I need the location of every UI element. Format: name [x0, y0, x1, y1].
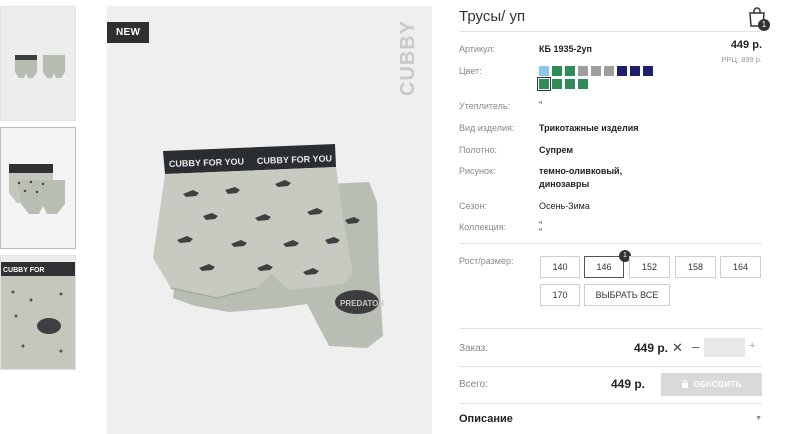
color-swatch[interactable]: [643, 66, 653, 76]
divider: [459, 243, 762, 244]
product-rrp: РРЦ: 899 р.: [721, 55, 762, 64]
order-label: Заказ:: [459, 343, 489, 354]
color-swatch[interactable]: [539, 66, 549, 76]
thumbnail-3[interactable]: CUBBY FOR: [0, 255, 76, 370]
color-swatch[interactable]: [552, 66, 562, 76]
size-option-164[interactable]: 164: [720, 256, 761, 278]
quantity-plus-button[interactable]: +: [749, 340, 755, 352]
cart-count-badge: 1: [758, 19, 770, 31]
color-swatch-selected[interactable]: [537, 77, 551, 91]
quantity-minus-button[interactable]: –: [692, 339, 699, 354]
update-cart-label: ОБНОВИТЬ: [693, 380, 742, 389]
product-illustration: CUBBY FOR YOU CUBBY FOR YOU PREDATOR: [153, 144, 384, 348]
product-title: Трусы/ уп: [459, 8, 526, 25]
chevron-down-icon[interactable]: ▼: [755, 415, 762, 422]
color-swatch[interactable]: [578, 66, 588, 76]
divider: [459, 403, 762, 404]
size-option-152[interactable]: 152: [629, 256, 670, 278]
spec-label-pattern: Рисунок:: [459, 166, 496, 176]
update-cart-button[interactable]: ОБНОВИТЬ: [661, 373, 762, 396]
color-swatch[interactable]: [604, 66, 614, 76]
divider: [459, 328, 762, 329]
size-label: Рост/размер:: [459, 256, 514, 266]
spec-value-season: Осень-Зима: [539, 201, 590, 211]
spec-value-article: КБ 1935-2уп: [539, 44, 592, 54]
color-swatch[interactable]: [630, 66, 640, 76]
select-all-sizes-button[interactable]: ВЫБРАТЬ ВСЕ: [584, 284, 670, 306]
color-swatch[interactable]: [591, 66, 601, 76]
color-swatch[interactable]: [578, 79, 588, 89]
spec-value-pattern-2: динозавры: [539, 179, 590, 189]
waistband-print-thumb: CUBBY FOR: [3, 267, 44, 274]
order-price: 449 р.: [633, 341, 668, 355]
divider: [459, 366, 762, 367]
svg-text:PREDATOR: PREDATOR: [340, 299, 384, 308]
spec-label-type: Вид изделия:: [459, 123, 515, 133]
size-option-146[interactable]: 146: [584, 256, 624, 278]
spec-label-color: Цвет:: [459, 66, 482, 76]
spec-value-fabric: Супрем: [539, 145, 573, 155]
spec-label-article: Артикул:: [459, 44, 496, 54]
thumbnail-2[interactable]: [0, 127, 76, 249]
spec-value-collection-2: ": [539, 227, 543, 237]
spec-value-insulation: ": [539, 100, 543, 110]
product-info-panel: Трусы/ уп 1 Артикул: КБ 1935-2уп 449 р. …: [459, 0, 770, 434]
cart-button[interactable]: 1: [748, 6, 770, 31]
spec-label-collection: Коллекция:: [459, 222, 507, 232]
quantity-input[interactable]: [704, 338, 745, 357]
color-swatch[interactable]: [552, 79, 562, 89]
product-price: 449 р.: [730, 39, 762, 51]
color-swatch[interactable]: [565, 66, 575, 76]
bag-icon: [682, 380, 689, 388]
spec-label-fabric: Полотно:: [459, 145, 498, 155]
spec-value-type: Трикотажные изделия: [539, 123, 639, 133]
spec-label-insulation: Утеплитель:: [459, 101, 511, 111]
color-swatch[interactable]: [565, 79, 575, 89]
divider: [459, 31, 762, 32]
spec-label-season: Сезон:: [459, 201, 487, 211]
product-main-image[interactable]: NEW CUBBY CUBBY FOR YOU CUBBY FOR YOU PR…: [107, 6, 432, 434]
size-option-158[interactable]: 158: [675, 256, 716, 278]
total-label: Всего:: [459, 379, 488, 390]
size-option-170[interactable]: 170: [540, 284, 580, 306]
thumbnail-1[interactable]: [0, 6, 76, 121]
spec-value-pattern: темно-оливковый,: [539, 166, 623, 176]
size-option-140[interactable]: 140: [540, 256, 580, 278]
description-toggle[interactable]: Описание: [459, 413, 513, 425]
remove-item-icon[interactable]: ✕: [672, 340, 683, 356]
color-swatch[interactable]: [617, 66, 627, 76]
total-price: 449 р.: [611, 377, 646, 391]
